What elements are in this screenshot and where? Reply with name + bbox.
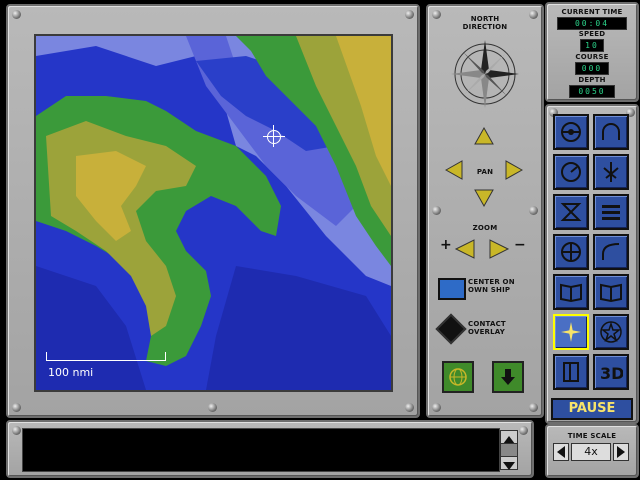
menu-button[interactable]	[593, 194, 629, 230]
depth-readout: 0050	[569, 85, 615, 98]
gauge-icon	[561, 162, 581, 182]
zoom-in-button[interactable]	[454, 238, 476, 260]
nav-panel: NORTH DIRECTION PAN ZOOM + − CENTER ON O…	[426, 4, 544, 418]
3d-view-button[interactable]: 3D	[593, 354, 629, 390]
time-scale-decrease-button[interactable]	[553, 443, 569, 461]
book-icon	[560, 283, 582, 303]
3d-icon: 3D	[600, 364, 623, 383]
chevron-left-icon	[557, 446, 565, 458]
door-icon	[563, 362, 579, 382]
sonar-button[interactable]	[593, 114, 629, 150]
pan-label: PAN	[476, 168, 494, 176]
depth-label: DEPTH	[578, 76, 606, 84]
globe-icon	[449, 368, 467, 386]
torpedo-button[interactable]	[593, 154, 629, 190]
screw	[12, 10, 21, 19]
navigation-button[interactable]	[553, 314, 589, 350]
scroll-up-button[interactable]	[500, 430, 518, 444]
periscope-button[interactable]	[553, 234, 589, 270]
screw	[405, 10, 414, 19]
zoom-label: ZOOM	[472, 224, 498, 232]
zoom-in-symbol: +	[440, 237, 452, 253]
sonar-icon	[602, 123, 620, 140]
star-icon	[600, 321, 622, 343]
book-icon	[600, 283, 622, 303]
screw	[432, 403, 441, 412]
contact-label-line1: CONTACT	[468, 320, 506, 328]
exit-button[interactable]	[553, 354, 589, 390]
screw	[405, 403, 414, 412]
time-scale-increase-button[interactable]	[613, 443, 629, 461]
pause-button[interactable]: PAUSE	[551, 398, 633, 420]
scale-bar	[46, 352, 166, 361]
menu-icon	[602, 205, 620, 220]
mission-button[interactable]	[593, 314, 629, 350]
zoom-out-symbol: −	[514, 237, 526, 253]
torpedo-icon	[603, 162, 619, 182]
screw	[208, 403, 217, 412]
screw	[12, 403, 21, 412]
manual-button[interactable]	[553, 274, 589, 310]
message-log	[22, 428, 500, 472]
speed-label: SPEED	[578, 30, 606, 38]
contact-overlay-button[interactable]	[435, 313, 467, 345]
helm-button[interactable]	[553, 114, 589, 150]
contact-label-line2: OVERLAY	[468, 328, 506, 336]
svg-text:3D: 3D	[600, 364, 623, 383]
tma-icon	[560, 203, 582, 221]
screw	[519, 426, 528, 435]
pan-up-button[interactable]	[474, 127, 494, 145]
direction-label: DIRECTION	[462, 23, 508, 31]
center-label-line1: CENTER ON	[468, 278, 515, 286]
screw	[529, 206, 538, 215]
compass-rose-icon	[451, 40, 519, 108]
chevron-right-icon	[617, 446, 625, 458]
course-readout: 000	[575, 62, 609, 75]
pan-down-button[interactable]	[474, 189, 494, 207]
tactical-map[interactable]: 100 nmi	[34, 34, 393, 392]
zoom-out-button[interactable]	[488, 238, 510, 260]
time-scale-label: TIME SCALE	[567, 432, 617, 440]
ship-control-button[interactable]	[593, 234, 629, 270]
download-button[interactable]	[492, 361, 524, 393]
status-panel: CURRENT TIME 00:04 SPEED 10 COURSE 000 D…	[545, 2, 639, 102]
helm-icon	[561, 122, 581, 142]
gauge-button[interactable]	[553, 154, 589, 190]
time-scale-value: 4x	[571, 443, 611, 461]
center-on-ship-button[interactable]	[438, 278, 466, 300]
screw	[12, 426, 21, 435]
own-ship-marker[interactable]	[263, 125, 285, 147]
center-label-line2: OWN SHIP	[468, 286, 511, 294]
log-button[interactable]	[593, 274, 629, 310]
tma-button[interactable]	[553, 194, 589, 230]
current-time-label: CURRENT TIME	[561, 8, 623, 16]
screw	[529, 403, 538, 412]
scroll-down-button[interactable]	[500, 456, 518, 470]
scale-label: 100 nmi	[48, 366, 94, 379]
compass-nsew-icon	[561, 322, 581, 342]
ship-control-icon	[602, 243, 620, 260]
speed-readout: 10	[580, 39, 604, 52]
screw	[432, 206, 441, 215]
north-label: NORTH	[470, 15, 500, 23]
periscope-icon	[561, 242, 581, 262]
chevron-down-icon	[503, 462, 515, 470]
course-label: COURSE	[575, 53, 609, 61]
current-time-readout: 00:04	[557, 17, 627, 30]
down-arrow-icon	[501, 369, 515, 385]
scroll-track[interactable]	[500, 443, 518, 457]
globe-button[interactable]	[442, 361, 474, 393]
map-terrain	[36, 36, 391, 390]
